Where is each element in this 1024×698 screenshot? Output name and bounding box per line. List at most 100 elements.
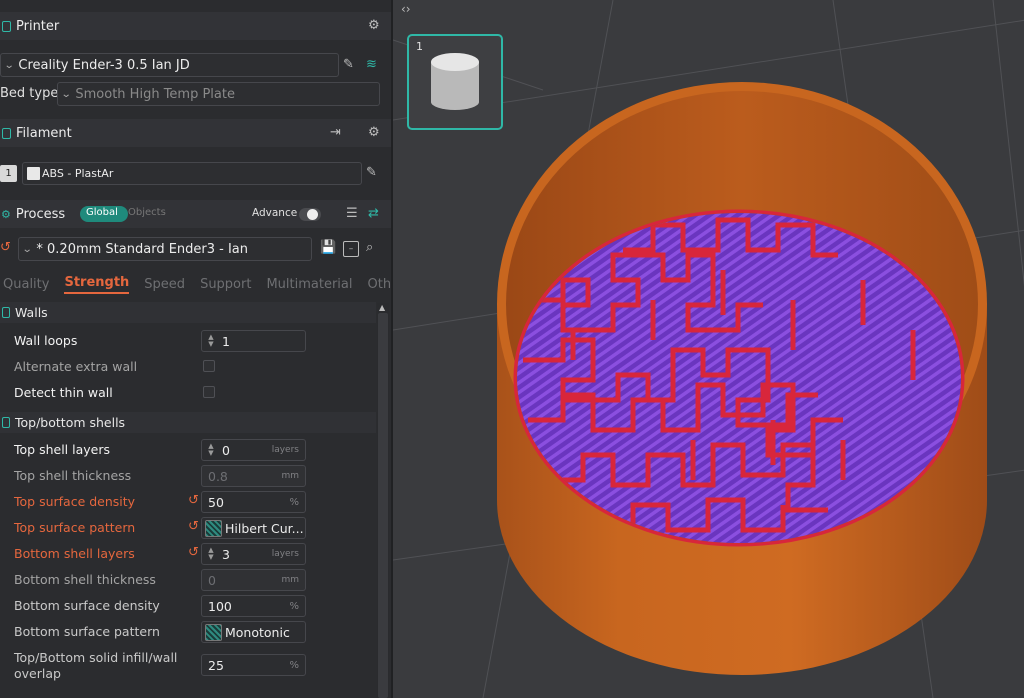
mm-unit: mm <box>281 471 299 481</box>
top-surface-pattern-label: Top surface pattern <box>14 520 136 535</box>
percent-unit: % <box>289 659 299 671</box>
settings-panel: Printer ⚙ ⌄ Creality Ender-3 0.5 Ian JD … <box>0 0 391 698</box>
shells-title: Top/bottom shells <box>15 415 126 430</box>
hilbert-pattern-icon <box>205 519 222 537</box>
process-preset-select[interactable]: ⌄ * 0.20mm Standard Ender3 - Ian <box>18 237 312 261</box>
bottom-shell-thickness-input[interactable]: 0 mm <box>201 569 306 591</box>
printer-section-header[interactable]: Printer ⚙ <box>0 12 391 40</box>
detect-thin-wall-checkbox[interactable] <box>203 386 215 398</box>
tab-others[interactable]: Others <box>368 277 392 292</box>
filament-title: Filament <box>16 125 72 141</box>
solid-infill-overlap-value: 25 <box>208 657 224 673</box>
bottom-shell-layers-row: Bottom shell layers ↺ ▲ ▼ 3 layers <box>0 541 376 567</box>
top-surface-pattern-select[interactable]: Hilbert Cur... <box>201 517 306 539</box>
tab-strength[interactable]: Strength <box>64 275 130 294</box>
shells-group-header[interactable]: Top/bottom shells <box>0 412 376 433</box>
filament-color-swatch <box>27 167 40 180</box>
stepper-icon[interactable]: ▲ ▼ <box>204 443 218 457</box>
bottom-surface-density-value: 100 <box>208 598 232 614</box>
reset-preset-icon[interactable]: ↺ <box>0 240 11 255</box>
stepper-icon[interactable]: ▲ ▼ <box>204 547 218 561</box>
3d-viewport[interactable]: ‹› 1 <box>391 0 1024 698</box>
top-surface-density-input[interactable]: 50 % <box>201 491 306 513</box>
bottom-shell-thickness-row: Bottom shell thickness 0 mm <box>0 567 376 593</box>
percent-unit: % <box>289 496 299 508</box>
delete-preset-icon[interactable]: – <box>343 241 359 257</box>
advance-toggle[interactable] <box>299 208 321 221</box>
global-label[interactable]: Global <box>86 207 118 218</box>
percent-unit: % <box>289 600 299 612</box>
reset-value-icon[interactable]: ↺ <box>188 519 199 534</box>
bottom-surface-density-row: Bottom surface density 100 % <box>0 593 376 619</box>
top-shell-layers-row: Top shell layers ▲ ▼ 0 layers <box>0 437 376 463</box>
printer-title: Printer <box>16 18 60 34</box>
detect-thin-wall-row: Detect thin wall <box>0 380 376 406</box>
bottom-surface-pattern-select[interactable]: Monotonic <box>201 621 306 643</box>
printer-settings-icon[interactable]: ⚙ <box>368 18 380 33</box>
walls-group-header[interactable]: Walls <box>0 302 376 323</box>
edit-printer-icon[interactable]: ✎ <box>343 57 354 72</box>
filament-name: ABS - PlastAr <box>42 167 114 180</box>
advance-label: Advance <box>252 207 298 219</box>
bottom-shell-layers-value: 3 <box>222 546 230 562</box>
wall-loops-row: Wall loops ▲ ▼ 1 <box>0 328 376 354</box>
chevron-down-icon: ⌄ <box>60 88 72 100</box>
add-filament-icon[interactable]: ⇥ <box>330 125 341 140</box>
printer-icon <box>2 20 11 32</box>
layers-unit: layers <box>271 549 299 559</box>
bed-type-select[interactable]: ⌄ Smooth High Temp Plate <box>57 82 380 106</box>
search-icon[interactable]: ⌕ <box>366 240 373 255</box>
monotonic-pattern-icon <box>205 623 222 641</box>
detect-thin-wall-label: Detect thin wall <box>14 385 113 400</box>
walls-title: Walls <box>15 305 48 320</box>
bottom-shell-layers-input[interactable]: ▲ ▼ 3 layers <box>201 543 306 565</box>
tab-quality[interactable]: Quality <box>3 277 49 292</box>
mm-unit: mm <box>281 575 299 585</box>
bottom-shell-thickness-label: Bottom shell thickness <box>14 572 156 587</box>
filament-settings-icon[interactable]: ⚙ <box>368 125 380 140</box>
tab-multimaterial[interactable]: Multimaterial <box>266 277 352 292</box>
plate-thumbnail[interactable]: 1 <box>407 34 503 130</box>
settings-tabs: Quality Strength Speed Support Multimate… <box>0 272 391 296</box>
top-surface-density-value: 50 <box>208 494 224 510</box>
chevron-collapse-icon[interactable]: ‹› <box>401 2 411 16</box>
top-shell-layers-input[interactable]: ▲ ▼ 0 layers <box>201 439 306 461</box>
process-icon: ⚙ <box>1 207 11 221</box>
bottom-surface-pattern-label: Bottom surface pattern <box>14 624 160 639</box>
wall-loops-label: Wall loops <box>14 333 78 348</box>
filament-slot-number: 1 <box>0 165 17 182</box>
bottom-surface-density-input[interactable]: 100 % <box>201 595 306 617</box>
tab-support[interactable]: Support <box>200 277 251 292</box>
process-title: Process <box>15 206 66 222</box>
filament-icon <box>2 127 11 139</box>
top-shell-thickness-input[interactable]: 0.8 mm <box>201 465 306 487</box>
printer-select[interactable]: ⌄ Creality Ender-3 0.5 Ian JD <box>0 53 339 77</box>
process-list-icon[interactable]: ☰ <box>346 206 358 221</box>
solid-infill-overlap-input[interactable]: 25 % <box>201 654 306 676</box>
alternate-extra-wall-checkbox[interactable] <box>203 360 215 372</box>
cylinder-model <box>497 82 987 675</box>
reset-value-icon[interactable]: ↺ <box>188 493 199 508</box>
reset-value-icon[interactable]: ↺ <box>188 545 199 560</box>
edit-filament-icon[interactable]: ✎ <box>366 165 377 180</box>
process-preset-name: * 0.20mm Standard Ender3 - Ian <box>36 241 249 257</box>
settings-scrollbar[interactable]: ▲ <box>377 303 389 698</box>
objects-label[interactable]: Objects <box>128 207 166 218</box>
bottom-surface-density-label: Bottom surface density <box>14 598 160 613</box>
top-surface-density-row: Top surface density ↺ 50 % <box>0 489 376 515</box>
scrollbar-thumb[interactable] <box>378 313 388 698</box>
filament-select[interactable]: ABS - PlastAr <box>22 162 362 185</box>
wall-loops-input[interactable]: ▲ ▼ 1 <box>201 330 306 352</box>
wifi-icon[interactable]: ≋ <box>366 57 377 72</box>
chevron-down-icon: ⌄ <box>21 243 33 255</box>
scroll-up-icon[interactable]: ▲ <box>379 303 385 312</box>
printer-name: Creality Ender-3 0.5 Ian JD <box>18 57 190 73</box>
shells-icon <box>2 417 10 428</box>
process-compare-icon[interactable]: ⇄ <box>368 206 379 221</box>
tab-speed[interactable]: Speed <box>144 277 185 292</box>
filament-section-header[interactable]: Filament ⇥ ⚙ <box>0 119 391 147</box>
save-preset-icon[interactable]: 💾 <box>320 240 336 255</box>
bed-type-value: Smooth High Temp Plate <box>75 86 235 102</box>
stepper-icon[interactable]: ▲ ▼ <box>204 334 218 348</box>
bed-type-label: Bed type <box>0 86 59 101</box>
